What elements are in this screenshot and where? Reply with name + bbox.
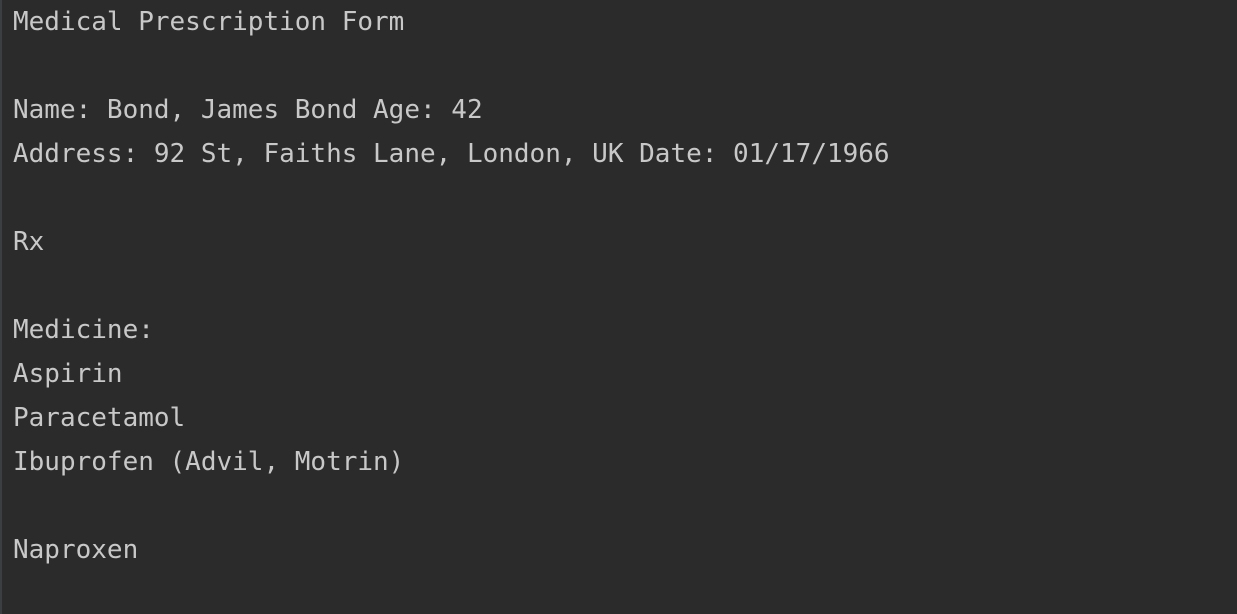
medicine-item: Aspirin — [13, 359, 123, 389]
form-title: Medical Prescription Form — [13, 7, 405, 37]
medicine-item: Paracetamol — [13, 403, 186, 433]
console-output: Medical Prescription Form Name: Bond, Ja… — [0, 0, 1237, 614]
medicine-label: Medicine: — [13, 315, 154, 345]
medicine-item: Ibuprofen (Advil, Motrin) — [13, 447, 405, 477]
rx-label: Rx — [13, 227, 45, 257]
medicine-item-extra: Naproxen — [13, 535, 139, 565]
patient-line: Name: Bond, James Bond Age: 42 — [13, 95, 483, 125]
address-line: Address: 92 St, Faiths Lane, London, UK … — [13, 139, 890, 169]
